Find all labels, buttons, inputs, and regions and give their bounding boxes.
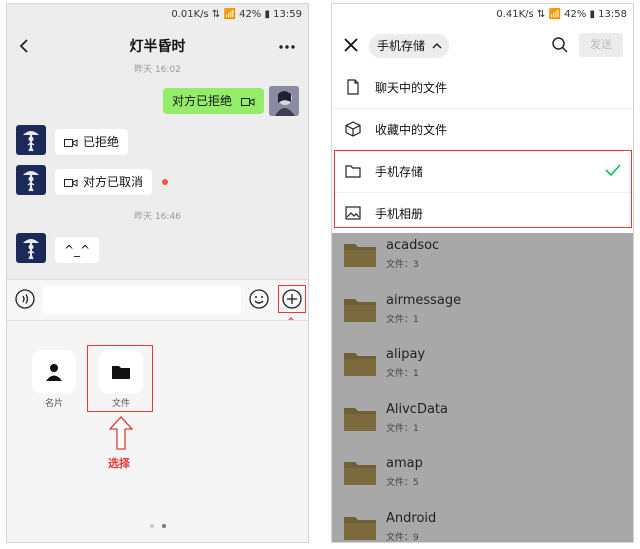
source-menu: 聊天中的文件 收藏中的文件 手机存储 手机相册 <box>332 66 633 233</box>
my-avatar[interactable] <box>269 86 299 116</box>
chat-header: 灯半昏时 <box>7 26 308 66</box>
emoji-icon[interactable] <box>249 289 269 309</box>
folder-file-count: 文件：5 <box>386 478 419 488</box>
menu-item-label: 聊天中的文件 <box>375 81 448 95</box>
page-dot-active <box>161 524 166 528</box>
person-icon <box>46 364 62 381</box>
status-bar: 0.01K/s ⇅ 📶 42% ▮ 13:59 <box>7 4 308 26</box>
folder-icon <box>344 462 376 485</box>
plus-icon <box>282 289 302 309</box>
folder-name: alipay <box>386 347 426 362</box>
voice-input-icon[interactable] <box>15 289 35 309</box>
message-text: 对方已拒绝 <box>172 94 233 108</box>
folder-row[interactable]: AlivcData 文件：1 <box>332 397 633 451</box>
received-message-bubble[interactable]: 对方已取消 <box>55 169 153 195</box>
unread-dot <box>162 179 168 185</box>
document-icon <box>347 79 359 95</box>
folder-row[interactable]: alipay 文件：1 <box>332 342 633 396</box>
chat-title: 灯半昏时 <box>129 39 186 55</box>
function-panel: 名片 文件 选择 <box>7 320 308 542</box>
status-text: 0.01K/s ⇅ 📶 42% ▮ 13:59 <box>171 9 302 20</box>
sent-message-bubble[interactable]: 对方已拒绝 <box>163 88 264 114</box>
picker-header: 手机存储 发送 <box>332 26 633 66</box>
page-indicator <box>7 513 308 532</box>
folder-list: acadsoc 文件：3 airmessage 文件：1 alipay 文件：1 Alivc… <box>332 233 633 542</box>
timestamp: 昨天 16:02 <box>134 65 181 75</box>
folder-file-count: 文件：1 <box>386 423 419 434</box>
contact-card-button[interactable] <box>32 350 76 394</box>
chat-screen: 0.01K/s ⇅ 📶 42% ▮ 13:59 灯半昏时 昨天 16:02 对方… <box>6 3 309 543</box>
more-options-icon[interactable] <box>278 44 296 50</box>
chevron-up-icon <box>432 42 442 49</box>
message-text: ^_^ <box>64 243 91 257</box>
tile-label: 文件 <box>111 399 130 409</box>
folder-row[interactable]: Android 文件：9 <box>332 506 633 543</box>
message-text: 对方已取消 <box>83 175 144 189</box>
timestamp: 昨天 16:46 <box>134 212 181 222</box>
menu-item-favorite-files[interactable]: 收藏中的文件 <box>332 108 633 150</box>
received-message-bubble[interactable]: ^_^ <box>55 237 100 263</box>
contact-avatar[interactable] <box>16 165 46 195</box>
page-dot <box>149 524 154 528</box>
file-button[interactable] <box>99 350 143 394</box>
message-text: 已拒绝 <box>83 135 120 149</box>
video-call-icon <box>64 138 78 147</box>
select-annotation: 选择 <box>108 457 130 470</box>
folder-file-count: 文件：1 <box>386 369 419 379</box>
folder-icon <box>344 516 376 540</box>
close-icon[interactable] <box>342 36 360 54</box>
received-message-bubble[interactable]: 已拒绝 <box>55 129 129 155</box>
more-functions-button[interactable] <box>278 285 306 313</box>
menu-item-label: 收藏中的文件 <box>375 123 448 137</box>
folder-name: amap <box>386 456 423 471</box>
folder-row[interactable]: amap 文件：5 <box>332 451 633 505</box>
status-text: 0.41K/s ⇅ 📶 42% ▮ 13:58 <box>496 9 627 20</box>
input-bar <box>7 279 308 320</box>
folder-icon <box>344 298 376 322</box>
folder-icon <box>344 244 376 267</box>
folder-file-count: 文件：3 <box>386 260 419 270</box>
video-call-icon <box>240 97 255 106</box>
send-button[interactable]: 发送 <box>579 33 623 57</box>
folder-icon <box>344 407 376 431</box>
search-icon[interactable] <box>551 36 569 54</box>
storage-highlight-box <box>334 150 632 228</box>
message-input[interactable] <box>43 286 241 314</box>
folder-row[interactable]: acadsoc 文件：3 <box>332 233 633 287</box>
folder-name: acadsoc <box>386 238 440 253</box>
cube-icon <box>345 121 361 137</box>
folder-file-count: 文件：1 <box>386 314 419 325</box>
folder-row[interactable]: airmessage 文件：1 <box>332 288 633 342</box>
up-arrow-annotation-icon <box>109 416 133 450</box>
folder-name: AlivcData <box>386 401 448 417</box>
storage-source-dropdown[interactable]: 手机存储 <box>369 34 450 58</box>
folder-name: airmessage <box>386 292 462 308</box>
folder-file-count: 文件：9 <box>386 532 419 543</box>
folder-icon <box>112 366 130 379</box>
contact-avatar[interactable] <box>16 125 46 155</box>
video-call-icon <box>64 178 78 187</box>
dropdown-value: 手机存储 <box>377 39 426 53</box>
folder-icon <box>344 353 376 376</box>
folder-name: Android <box>386 510 437 526</box>
tile-label: 名片 <box>44 399 63 409</box>
contact-avatar[interactable] <box>16 233 46 263</box>
menu-item-chat-files[interactable]: 聊天中的文件 <box>332 66 633 108</box>
file-picker-screen: 0.41K/s ⇅ 📶 42% ▮ 13:58 手机存储 发送 聊天中的文件 收… <box>331 3 634 543</box>
status-bar: 0.41K/s ⇅ 📶 42% ▮ 13:58 <box>332 4 633 26</box>
